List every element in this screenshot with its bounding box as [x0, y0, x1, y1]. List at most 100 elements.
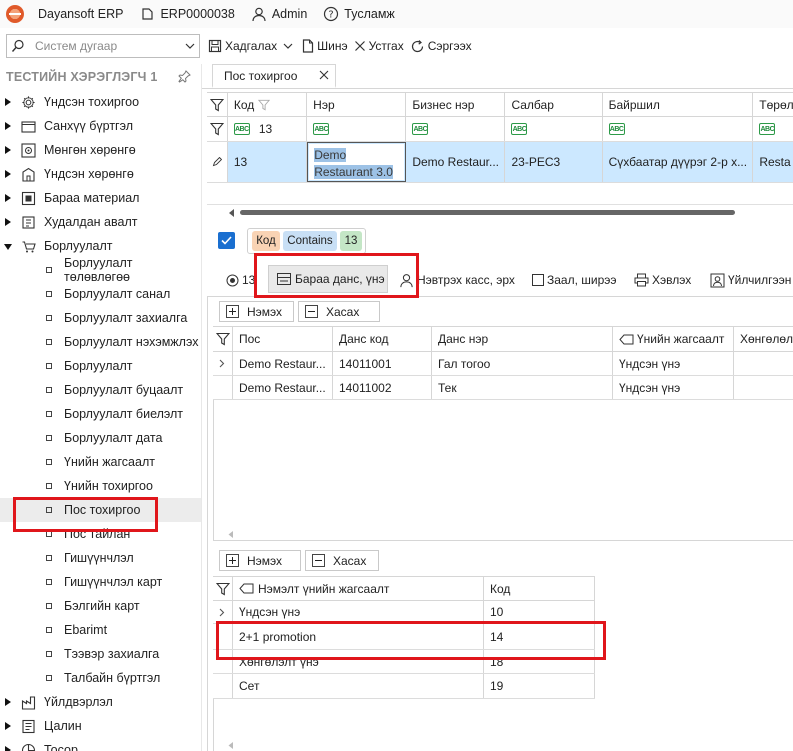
cell-price-list-code[interactable]: 14	[484, 624, 595, 649]
cell-price-list-code[interactable]: 18	[484, 650, 595, 673]
column-header-code[interactable]: Код	[484, 577, 595, 600]
subtab-hall-tables[interactable]: Заал, ширээ	[532, 267, 617, 293]
filter-enabled-checkbox[interactable]	[218, 232, 235, 249]
delete-button[interactable]: Устгах	[354, 39, 404, 53]
sidebar-subitem[interactable]: Борлуулалт биелэлт	[0, 402, 201, 426]
refresh-button[interactable]: Сэргээх	[410, 39, 472, 54]
cell-discount[interactable]	[734, 352, 793, 375]
sidebar-subitem[interactable]: Тээвэр захиалга	[0, 642, 201, 666]
remove-price-list-button[interactable]: Хасах	[305, 550, 379, 571]
cell-branch[interactable]: 23-PEC3	[505, 142, 603, 182]
database-selector[interactable]: ERP0000038	[139, 6, 235, 22]
cell-account-code[interactable]: 14011001	[333, 352, 432, 375]
row-expand[interactable]	[213, 376, 233, 399]
cell-price-list[interactable]: Үндсэн үнэ	[613, 376, 734, 399]
cell-discount[interactable]	[734, 376, 793, 399]
column-header-discount[interactable]: Хөнгөлөлт	[734, 327, 793, 351]
price-list-row[interactable]: Сет 19	[213, 674, 595, 699]
caret-right-icon[interactable]	[5, 746, 11, 751]
caret-right-icon[interactable]	[5, 698, 11, 706]
caret-down-icon[interactable]	[4, 244, 12, 250]
cell-price-list-name[interactable]: Үндсэн үнэ	[233, 601, 484, 623]
sidebar-subitem[interactable]: Үнийн жагсаалт	[0, 450, 201, 474]
cell-location[interactable]: Сүхбаатар дүүрэг 2-р х...	[603, 142, 754, 182]
filter-name-input[interactable]: ABC	[307, 117, 407, 141]
price-list-row[interactable]: Хөнгөлэлт үнэ 18	[213, 650, 595, 674]
sidebar-item-pos-settings[interactable]: Пос тохиргоо	[0, 498, 201, 522]
sidebar-subitem[interactable]: Борлуулалт захиалга	[0, 306, 201, 330]
cell-price-list-name[interactable]: 2+1 promotion	[233, 624, 484, 649]
cell-name-editor[interactable]: Demo Restaurant 3.0	[307, 142, 407, 182]
sidebar-subitem[interactable]: Гишүүнчлэл	[0, 546, 201, 570]
sidebar-item-top[interactable]: Борлуулалт	[0, 234, 201, 258]
accounts-row[interactable]: Demo Restaur... 14011002 Тек Үндсэн үнэ	[213, 376, 793, 400]
sidebar-item-top[interactable]: Мөнгөн хөрөнгө	[0, 138, 201, 162]
filter-toggle[interactable]	[213, 327, 233, 351]
caret-right-icon[interactable]	[5, 722, 11, 730]
new-button[interactable]: Шинэ	[302, 39, 348, 53]
save-button[interactable]: Хадгалах	[208, 39, 277, 53]
subtab-login-cash-rights[interactable]: Нэвтрэх касс, эрх	[399, 267, 515, 293]
horizontal-scrollbar[interactable]	[228, 207, 793, 219]
sidebar-subitem[interactable]: Борлуулалт буцаалт	[0, 378, 201, 402]
cell-price-list-name[interactable]: Хөнгөлэлт үнэ	[233, 650, 484, 673]
column-header-extra-price-list[interactable]: Нэмэлт үнийн жагсаалт	[233, 577, 484, 600]
filter-chip-field[interactable]: Код	[252, 231, 280, 251]
sidebar-subitem[interactable]: Борлуулалт дата	[0, 426, 201, 450]
subtab-items-accounts-prices[interactable]: Бараа данс, үнэ	[268, 265, 388, 293]
column-filter-icon[interactable]	[258, 99, 271, 111]
tab-pos-settings[interactable]: Пос тохиргоо	[212, 64, 336, 88]
price-list-row[interactable]: Үндсэн үнэ 10	[213, 601, 595, 624]
filter-type-input[interactable]: ABC	[753, 117, 793, 141]
caret-right-icon[interactable]	[5, 122, 11, 130]
sidebar-subitem[interactable]: Борлуулалт нэхэмжлэх	[0, 330, 201, 354]
sidebar-item-top[interactable]: Цалин	[0, 714, 201, 738]
caret-right-icon[interactable]	[5, 194, 11, 202]
column-header-pos[interactable]: Пос	[233, 327, 333, 351]
sidebar-subitem[interactable]: Үнийн тохиргоо	[0, 474, 201, 498]
row-expand[interactable]	[213, 352, 233, 375]
caret-right-icon[interactable]	[5, 98, 11, 106]
sidebar-item-top[interactable]: Үйлдвэрлэл	[0, 690, 201, 714]
sidebar-item-top[interactable]: Санхүү бүртгэл	[0, 114, 201, 138]
filter-toggle[interactable]	[213, 577, 233, 600]
caret-right-icon[interactable]	[5, 146, 11, 154]
filter-branch-input[interactable]: ABC	[505, 117, 603, 141]
filter-chip-value[interactable]: 13	[340, 231, 362, 251]
sidebar-subitem[interactable]: Борлуулалт санал	[0, 282, 201, 306]
pos-grid-row[interactable]: 13 Demo Restaurant 3.0 Demo Restaur... 2…	[207, 142, 793, 183]
cell-pos[interactable]: Demo Restaur...	[233, 352, 333, 375]
subtab-print[interactable]: Хэвлэх	[634, 267, 691, 293]
cell-price-list[interactable]: Үндсэн үнэ	[613, 352, 734, 375]
price-list-row[interactable]: 2+1 promotion 14	[213, 624, 595, 650]
cell-code[interactable]: 13	[228, 142, 308, 182]
column-header-type[interactable]: Төрөл	[753, 93, 793, 116]
system-number-search[interactable]: Систем дугаар	[6, 34, 200, 58]
sidebar-item-top[interactable]: Үндсэн хөрөнгө	[0, 162, 201, 186]
sidebar-item-top[interactable]: Үндсэн тохиргоо	[0, 90, 201, 114]
column-header-branch[interactable]: Салбар	[505, 93, 603, 116]
row-expand[interactable]	[213, 601, 233, 623]
cell-price-list-code[interactable]: 10	[484, 601, 595, 623]
column-header-name[interactable]: Нэр	[307, 93, 407, 116]
scroll-left-icon[interactable]	[228, 742, 235, 749]
pin-icon[interactable]	[178, 70, 191, 86]
scroll-left-icon[interactable]	[228, 209, 236, 217]
sidebar-item-top[interactable]: Худалдан авалт	[0, 210, 201, 234]
row-expand[interactable]	[213, 650, 233, 673]
save-dropdown[interactable]	[283, 43, 296, 49]
sidebar-subitem[interactable]: Бэлгийн карт	[0, 594, 201, 618]
column-header-account-name[interactable]: Данс нэр	[432, 327, 613, 351]
row-expand[interactable]	[213, 624, 233, 649]
column-header-business[interactable]: Бизнес нэр	[406, 93, 506, 116]
cell-pos[interactable]: Demo Restaur...	[233, 376, 333, 399]
cell-price-list-name[interactable]: Сет	[233, 674, 484, 698]
name-text-editor[interactable]: Demo Restaurant 3.0	[309, 144, 405, 180]
sidebar-subitem[interactable]: Борлуулалт төлөвлөгөө	[0, 256, 201, 284]
sidebar-item-top[interactable]: Бараа материал	[0, 186, 201, 210]
sidebar-subitem[interactable]: Ebarimt	[0, 618, 201, 642]
sidebar-subitem[interactable]: Гишүүнчлэл карт	[0, 570, 201, 594]
filter-toggle[interactable]	[207, 93, 228, 116]
help-button[interactable]: ? Тусламж	[323, 6, 395, 22]
sidebar-item-top[interactable]: Тосор	[0, 738, 201, 751]
